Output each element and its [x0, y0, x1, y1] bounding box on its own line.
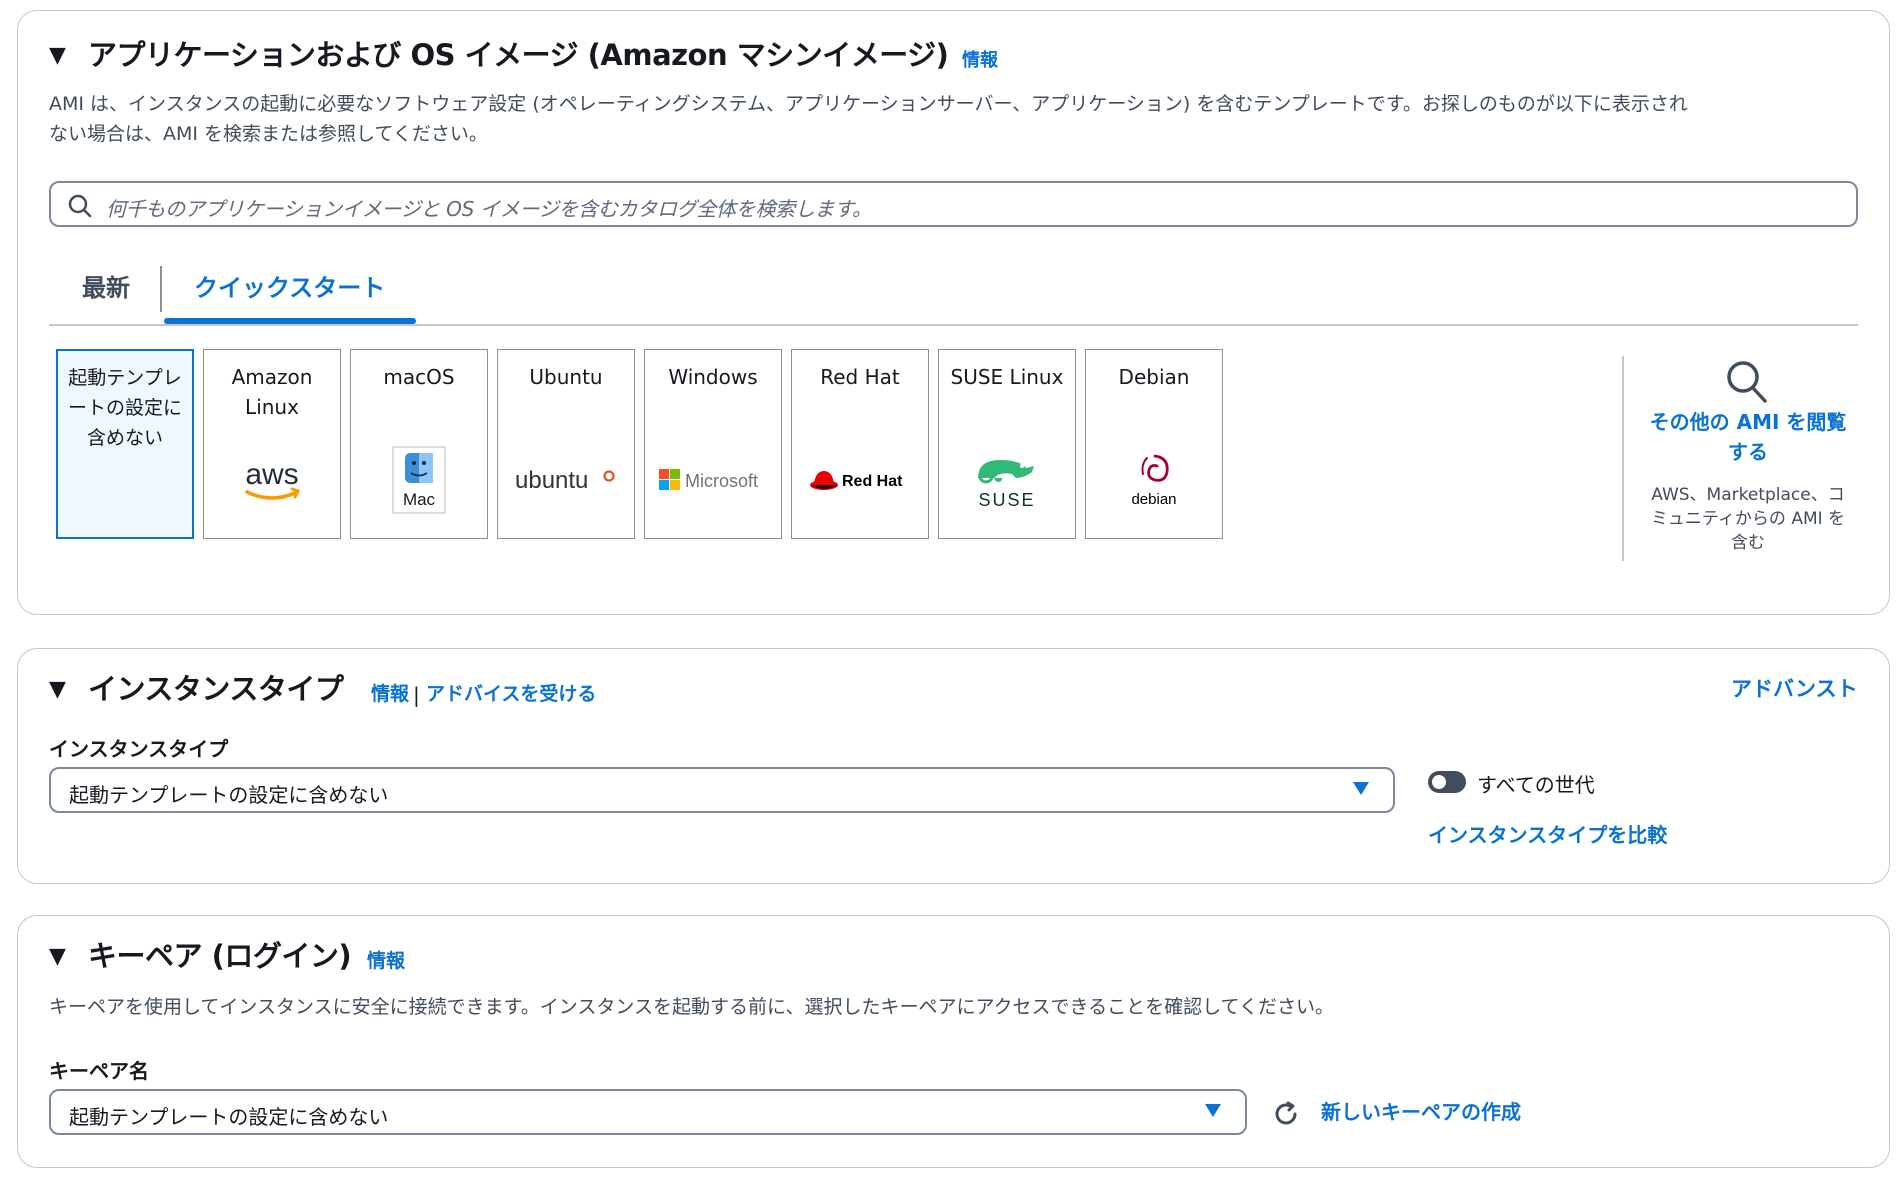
- ubuntu-logo-icon: ubuntu: [498, 445, 634, 515]
- compare-instance-types-link[interactable]: インスタンスタイプを比較: [1428, 825, 1667, 845]
- browse-more-ami-link[interactable]: その他の AMI を閲覧する: [1648, 407, 1848, 467]
- aws-logo-icon: aws: [204, 445, 340, 515]
- tile-label: Amazon Linux: [231, 365, 313, 419]
- key-pair-panel: ▼ キーペア (ログイン) 情報 キーペアを使用してインスタンスに安全に接続でき…: [17, 915, 1890, 1168]
- ami-desc-line2: ない場合は、AMI を検索または参照してください。: [49, 123, 488, 145]
- tile-label: Ubuntu: [529, 365, 603, 389]
- browse-more-ami-subtext: AWS、Marketplace、コミュニティからの AMI を含む: [1650, 485, 1846, 553]
- search-icon[interactable]: [1725, 359, 1769, 405]
- svg-text:SUSE: SUSE: [978, 490, 1035, 510]
- tile-label: Debian: [1118, 365, 1190, 389]
- tile-label: Windows: [668, 365, 758, 389]
- link-separator: |: [413, 683, 420, 707]
- tab-recent[interactable]: 最新: [82, 276, 130, 300]
- keypair-select[interactable]: 起動テンプレートの設定に含めない: [49, 1089, 1247, 1135]
- ami-search-input[interactable]: 何千ものアプリケーションイメージと OS イメージを含むカタログ全体を検索します…: [49, 181, 1858, 227]
- tile-label: SUSE Linux: [950, 365, 1064, 389]
- ami-tile-none[interactable]: 起動テンプレートの設定に含めない: [56, 349, 194, 539]
- ami-tile-windows[interactable]: Windows Microsoft: [644, 349, 782, 539]
- tabs-baseline: [49, 324, 1858, 326]
- keypair-description: キーペアを使用してインスタンスに安全に接続できます。インスタンスを起動する前に、…: [49, 996, 1334, 1018]
- toggle-knob: [1432, 775, 1446, 789]
- mac-logo-icon: Mac: [351, 445, 487, 515]
- all-generations-toggle[interactable]: [1428, 771, 1466, 793]
- keypair-value: 起動テンプレートの設定に含めない: [69, 1105, 389, 1129]
- suse-logo-icon: SUSE: [939, 445, 1075, 515]
- tile-label: Red Hat: [820, 365, 900, 389]
- svg-text:Mac: Mac: [403, 490, 436, 509]
- keypair-name-label: キーペア名: [49, 1059, 149, 1083]
- collapse-caret-icon[interactable]: ▼: [49, 45, 66, 67]
- tab-quickstart[interactable]: クイックスタート: [194, 276, 385, 300]
- ami-tile-amazon-linux[interactable]: Amazon Linux aws: [203, 349, 341, 539]
- refresh-icon[interactable]: [1271, 1099, 1301, 1129]
- svg-text:ubuntu: ubuntu: [515, 467, 588, 494]
- svg-text:aws: aws: [245, 458, 298, 491]
- all-generations-label: すべての世代: [1477, 773, 1595, 797]
- get-advice-link[interactable]: アドバイスを受ける: [426, 685, 596, 704]
- keypair-section-title: キーペア (ログイン): [88, 939, 352, 973]
- create-keypair-link[interactable]: 新しいキーペアの作成: [1321, 1102, 1521, 1122]
- ami-tile-suse[interactable]: SUSE Linux SUSE: [938, 349, 1076, 539]
- ami-tile-debian[interactable]: Debian debian: [1085, 349, 1223, 539]
- search-icon: [68, 194, 92, 218]
- tile-label: 起動テンプレートの設定に含めない: [67, 367, 182, 449]
- instance-type-panel: ▼ インスタンスタイプ 情報 | アドバイスを受ける アドバンスト インスタンス…: [17, 648, 1890, 884]
- instance-info-link[interactable]: 情報: [371, 685, 409, 704]
- redhat-logo-icon: Red Hat: [792, 445, 928, 515]
- ami-tile-ubuntu[interactable]: Ubuntu ubuntu: [497, 349, 635, 539]
- browse-divider: [1622, 356, 1624, 561]
- ami-section-title: アプリケーションおよび OS イメージ (Amazon マシンイメージ): [88, 38, 949, 72]
- instance-type-select[interactable]: 起動テンプレートの設定に含めない: [49, 767, 1395, 813]
- active-tab-indicator: [164, 318, 416, 324]
- ami-panel: ▼ アプリケーションおよび OS イメージ (Amazon マシンイメージ) 情…: [17, 10, 1890, 615]
- tab-divider: [160, 266, 162, 312]
- instance-type-label: インスタンスタイプ: [49, 737, 229, 761]
- svg-text:Microsoft: Microsoft: [685, 471, 758, 491]
- svg-text:debian: debian: [1131, 491, 1176, 508]
- collapse-caret-icon[interactable]: ▼: [49, 679, 66, 701]
- instance-type-value: 起動テンプレートの設定に含めない: [69, 783, 389, 807]
- ami-tile-redhat[interactable]: Red Hat Red Hat: [791, 349, 929, 539]
- ami-description: AMI は、インスタンスの起動に必要なソフトウェア設定 (オペレーティングシステ…: [49, 89, 1869, 149]
- collapse-caret-icon[interactable]: ▼: [49, 946, 66, 968]
- dropdown-arrow-icon: [1205, 1104, 1221, 1117]
- dropdown-arrow-icon: [1353, 782, 1369, 795]
- ami-info-link[interactable]: 情報: [962, 52, 998, 70]
- advanced-link[interactable]: アドバンスト: [1731, 679, 1858, 700]
- debian-logo-icon: debian: [1086, 445, 1222, 515]
- keypair-info-link[interactable]: 情報: [367, 952, 405, 971]
- search-placeholder: 何千ものアプリケーションイメージと OS イメージを含むカタログ全体を検索します…: [106, 197, 872, 221]
- tile-label: macOS: [383, 365, 455, 389]
- instance-section-title: インスタンスタイプ: [88, 672, 344, 706]
- microsoft-logo-icon: Microsoft: [645, 445, 781, 515]
- ami-desc-line1: AMI は、インスタンスの起動に必要なソフトウェア設定 (オペレーティングシステ…: [49, 93, 1688, 115]
- ami-tile-macos[interactable]: macOS Mac: [350, 349, 488, 539]
- svg-text:Red Hat: Red Hat: [842, 473, 903, 490]
